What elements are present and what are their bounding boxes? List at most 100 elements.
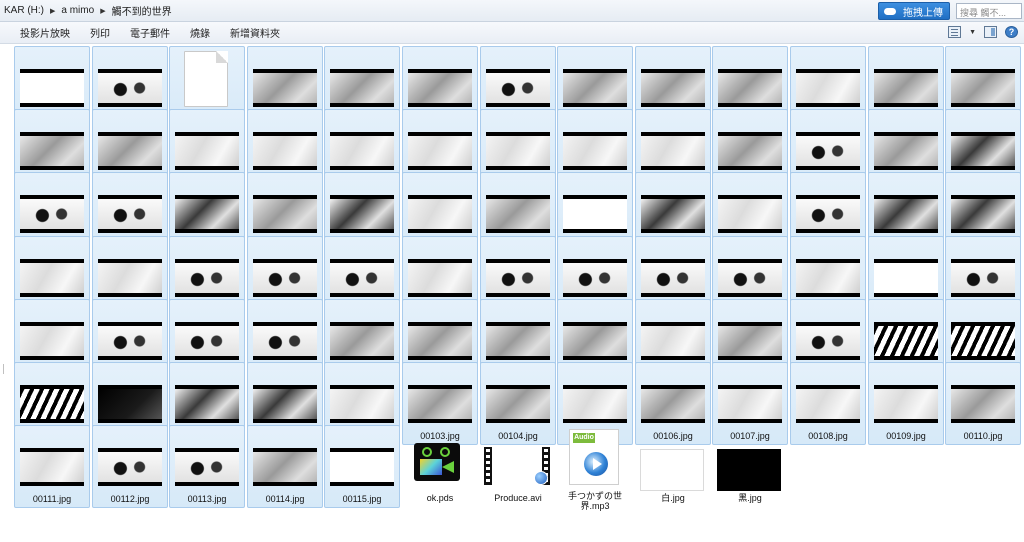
drag-upload-button[interactable]: 拖拽上傳 [878,2,950,20]
new-folder-button[interactable]: 新增資料夾 [220,25,290,40]
file-item[interactable]: 00113.jpg [169,425,245,508]
image-thumbnail [563,259,627,297]
image-thumbnail [20,69,84,107]
image-thumbnail [718,132,782,170]
image-thumbnail [718,259,782,297]
image-thumbnail [486,69,550,107]
file-item[interactable]: 00108.jpg [790,362,866,445]
image-thumbnail [486,322,550,360]
image-thumbnail [718,195,782,233]
view-options-dropdown-icon[interactable]: ▼ [969,29,976,36]
image-thumbnail [253,385,317,423]
image-thumbnail [253,132,317,170]
breadcrumb-separator-icon[interactable]: ▶ [50,7,55,15]
image-thumbnail [486,385,550,423]
image-thumbnail [20,132,84,170]
image-thumbnail [175,195,239,233]
file-item[interactable]: Produce.avi [480,425,556,508]
blank-document-icon [184,51,228,107]
file-item[interactable]: 00109.jpg [868,362,944,445]
file-item[interactable]: Audio 手つかずの世界.mp3 [557,425,633,511]
breadcrumb-current-folder[interactable]: 觸不到的世界 [112,3,172,18]
file-name: 00112.jpg [110,494,150,504]
print-button[interactable]: 列印 [80,25,120,40]
file-name: 00114.jpg [265,494,305,504]
help-icon[interactable]: ? [1005,26,1018,38]
white-image-thumbnail [640,449,704,491]
image-thumbnail [253,259,317,297]
image-thumbnail [718,69,782,107]
address-bar: KAR (H:) ▶ a mimo ▶ 觸不到的世界 拖拽上傳 搜尋 觸不... [0,0,1024,22]
slideshow-button[interactable]: 投影片放映 [0,25,80,40]
image-thumbnail [563,69,627,107]
file-item[interactable]: 00114.jpg [247,425,323,508]
image-thumbnail [330,448,394,486]
file-item[interactable]: 00112.jpg [92,425,168,508]
image-thumbnail [330,385,394,423]
image-thumbnail [796,259,860,297]
file-name: 00110.jpg [963,431,1003,441]
image-thumbnail [641,132,705,170]
image-thumbnail [641,259,705,297]
file-item[interactable]: 00111.jpg [14,425,90,508]
image-thumbnail [330,195,394,233]
audio-file-icon: Audio [569,429,619,485]
upload-label: 拖拽上傳 [903,7,943,19]
image-thumbnail [175,322,239,360]
image-thumbnail [563,322,627,360]
image-thumbnail [408,322,472,360]
file-name: 00109.jpg [886,431,926,441]
image-thumbnail [874,132,938,170]
image-thumbnail [874,259,938,297]
file-name: 00113.jpg [187,494,227,504]
image-thumbnail [951,322,1015,360]
image-thumbnail [330,322,394,360]
image-thumbnail [796,195,860,233]
view-controls: ▼ ? [948,26,1018,38]
file-item[interactable]: 00115.jpg [324,425,400,508]
image-thumbnail [563,195,627,233]
image-thumbnail [641,195,705,233]
breadcrumb-separator-icon[interactable]: ▶ [100,7,105,15]
image-thumbnail [20,322,84,360]
image-thumbnail [408,69,472,107]
burn-button[interactable]: 燒錄 [180,25,220,40]
file-item[interactable]: ok.pds [402,425,478,508]
image-thumbnail [563,385,627,423]
image-thumbnail [175,259,239,297]
cloud-icon [883,5,897,17]
file-item[interactable]: 白.jpg [635,425,711,508]
email-button[interactable]: 電子郵件 [120,25,180,40]
image-thumbnail [641,322,705,360]
image-thumbnail [253,322,317,360]
image-thumbnail [408,259,472,297]
image-thumbnail [253,195,317,233]
pane-resize-handle[interactable] [3,364,8,374]
image-thumbnail [20,385,84,423]
breadcrumb-folder[interactable]: a mimo [61,5,94,16]
image-thumbnail [98,385,162,423]
change-view-icon[interactable] [948,26,962,38]
image-thumbnail [641,385,705,423]
breadcrumb-drive[interactable]: KAR (H:) [4,5,44,16]
file-item[interactable]: 黑.jpg [712,425,788,508]
preview-pane-icon[interactable] [984,26,997,38]
black-image-thumbnail [717,449,781,491]
image-thumbnail [98,69,162,107]
image-thumbnail [253,448,317,486]
image-thumbnail [641,69,705,107]
video-file-icon [484,447,550,485]
image-thumbnail [98,448,162,486]
file-name: Produce.avi [494,493,542,503]
image-thumbnail [796,385,860,423]
navigation-pane-edge [0,46,10,542]
image-thumbnail [175,385,239,423]
file-name: 00111.jpg [32,494,72,504]
file-item[interactable]: 00110.jpg [945,362,1021,445]
image-thumbnail [796,132,860,170]
image-thumbnail [486,195,550,233]
breadcrumb[interactable]: KAR (H:) ▶ a mimo ▶ 觸不到的世界 [2,2,870,19]
image-thumbnail [563,132,627,170]
search-input[interactable]: 搜尋 觸不... [956,3,1022,19]
image-thumbnail [330,69,394,107]
